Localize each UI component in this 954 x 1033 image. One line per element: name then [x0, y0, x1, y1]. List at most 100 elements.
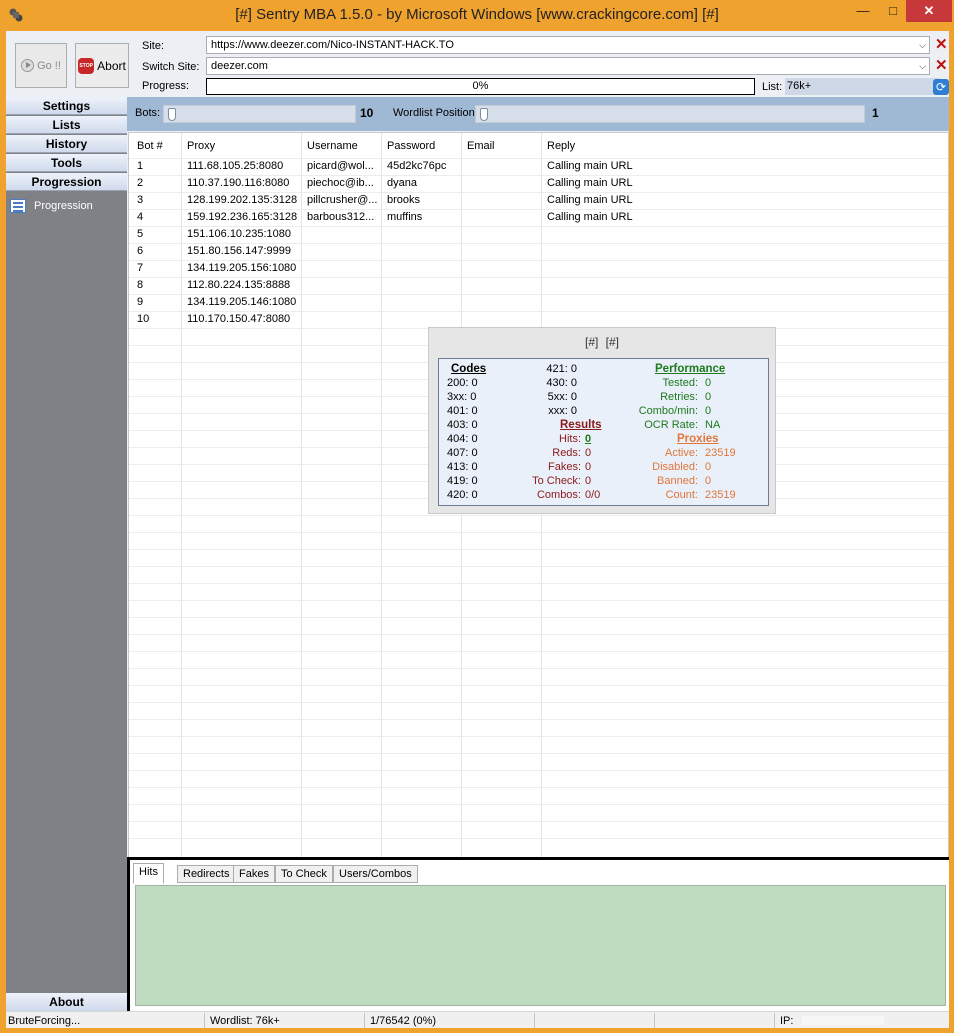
proxies-heading: Proxies — [677, 433, 719, 445]
tab-users-combos[interactable]: Users/Combos — [333, 865, 418, 883]
result-value: 0 — [585, 461, 592, 473]
sidebar-item-settings[interactable]: Settings — [6, 97, 127, 115]
status-ip-label: IP: — [780, 1015, 794, 1027]
slider-handle[interactable] — [168, 108, 176, 121]
row-divider — [129, 277, 948, 278]
sidebar-item-about[interactable]: About — [6, 993, 127, 1011]
code-count: 421: 0 — [546, 363, 577, 375]
cell-proxy: 151.106.10.235:1080 — [187, 228, 291, 240]
results-heading: Results — [560, 419, 602, 431]
code-count: 404: 0 — [447, 433, 478, 445]
code-count: 413: 0 — [447, 461, 478, 473]
result-label: Reds: — [552, 447, 581, 459]
cell-password: dyana — [387, 177, 417, 189]
code-count: 5xx: 0 — [547, 391, 577, 403]
tab-hits[interactable]: Hits — [133, 863, 164, 884]
column-header-password[interactable]: Password — [387, 140, 435, 152]
tab-to-check[interactable]: To Check — [275, 865, 333, 883]
row-divider — [129, 583, 948, 584]
cell-bot: 3 — [137, 194, 144, 206]
result-value: 0 — [585, 475, 592, 487]
result-label: To Check: — [532, 475, 581, 487]
row-divider — [129, 685, 948, 686]
sidebar-item-tools[interactable]: Tools — [6, 154, 127, 172]
app-window: [#] Sentry MBA 1.5.0 - by Microsoft Wind… — [0, 0, 954, 1033]
code-count: 430: 0 — [546, 377, 577, 389]
sidebar-item-progression[interactable]: Progression — [6, 173, 127, 191]
row-divider — [129, 719, 948, 720]
column-header-reply[interactable]: Reply — [547, 140, 575, 152]
column-header-email[interactable]: Email — [467, 140, 495, 152]
performance-label: Tested: — [662, 377, 698, 389]
site-combo[interactable]: https://www.deezer.com/Nico-INSTANT-HACK… — [206, 36, 930, 54]
row-divider — [129, 668, 948, 669]
abort-button-label: Abort — [97, 58, 126, 73]
sidebar-subitem-progression[interactable]: Progression — [10, 196, 126, 216]
switch-site-combo[interactable]: deezer.com ⌵ — [206, 57, 930, 75]
cell-reply: Calling main URL — [547, 211, 633, 223]
status-divider — [774, 1013, 775, 1028]
bots-slider[interactable] — [163, 105, 356, 123]
cell-proxy: 151.80.156.147:9999 — [187, 245, 291, 257]
performance-label: OCR Rate: — [644, 419, 698, 431]
sidebar-subitem-label: Progression — [34, 200, 93, 212]
cell-bot: 9 — [137, 296, 144, 308]
sidebar-item-lists[interactable]: Lists — [6, 116, 127, 134]
top-bar: Go !! STOP Abort Site: https://www.deeze… — [6, 31, 949, 97]
cell-username: piechoc@ib... — [307, 177, 374, 189]
results-pane: Hits Redirects Fakes To Check Users/Comb… — [127, 857, 949, 1011]
column-header-bot[interactable]: Bot # — [137, 140, 163, 152]
cell-bot: 4 — [137, 211, 144, 223]
go-button[interactable]: Go !! — [15, 43, 67, 88]
tab-fakes[interactable]: Fakes — [233, 865, 275, 883]
row-divider — [129, 209, 948, 210]
row-divider — [129, 515, 948, 516]
row-divider — [129, 243, 948, 244]
status-state: BruteForcing... — [8, 1015, 81, 1027]
column-divider — [301, 133, 302, 857]
hits-list[interactable] — [135, 885, 946, 1006]
abort-button[interactable]: STOP Abort — [75, 43, 129, 88]
close-button[interactable]: ✕ — [906, 0, 952, 22]
code-count: 3xx: 0 — [447, 391, 477, 403]
sidebar-item-history[interactable]: History — [6, 135, 127, 153]
sidebar: Settings Lists History Tools Progression… — [6, 97, 127, 1011]
column-header-proxy[interactable]: Proxy — [187, 140, 215, 152]
progress-label: Progress: — [142, 80, 190, 92]
row-divider — [129, 702, 948, 703]
performance-value: 0 — [705, 377, 712, 389]
cell-proxy: 128.199.202.135:3128 — [187, 194, 298, 206]
refresh-icon[interactable]: ⟳ — [933, 79, 949, 95]
clear-site-icon[interactable]: ✕ — [935, 37, 949, 52]
maximize-button[interactable]: □ — [878, 0, 908, 22]
cell-password: muffins — [387, 211, 423, 223]
clear-switch-site-icon[interactable]: ✕ — [935, 58, 949, 73]
chevron-down-icon[interactable]: ⌵ — [919, 40, 926, 51]
cell-password: 45d2kc76pc — [387, 160, 447, 172]
wordlist-slider[interactable] — [475, 105, 865, 123]
chevron-down-icon[interactable]: ⌵ — [919, 61, 926, 72]
slider-handle[interactable] — [480, 108, 488, 121]
cell-reply: Calling main URL — [547, 194, 633, 206]
cell-password: brooks — [387, 194, 421, 206]
go-button-label: Go !! — [37, 59, 61, 72]
proxy-value: 23519 — [705, 489, 736, 501]
stats-popup: [#] [#] Codes 200: 0 3xx: 0 401: 0 403: 0 40… — [428, 327, 776, 514]
switch-site-label: Switch Site: — [142, 61, 200, 73]
column-header-username[interactable]: Username — [307, 140, 358, 152]
row-divider — [129, 532, 948, 533]
bots-label: Bots: — [135, 107, 161, 119]
tab-redirects[interactable]: Redirects — [177, 865, 236, 883]
minimize-button[interactable]: — — [848, 0, 878, 22]
row-divider — [129, 753, 948, 754]
list-value: 76k+ — [787, 80, 812, 92]
codes-heading: Codes — [451, 363, 487, 375]
stats-header: [#] [#] — [584, 335, 620, 349]
cell-username: picard@wol... — [307, 160, 374, 172]
cell-bot: 7 — [137, 262, 144, 274]
list-label: List: — [762, 81, 783, 93]
bots-value: 10 — [360, 106, 374, 120]
list-count: 76k+ — [785, 78, 940, 95]
title-bar[interactable]: [#] Sentry MBA 1.5.0 - by Microsoft Wind… — [0, 0, 954, 31]
row-divider — [129, 226, 948, 227]
